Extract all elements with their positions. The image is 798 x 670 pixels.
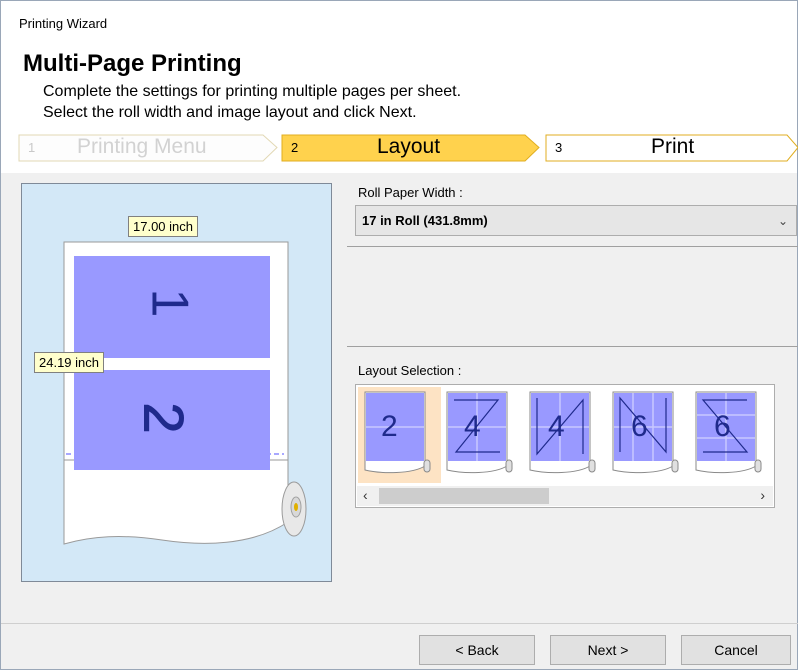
layout-option-label: 2 — [381, 410, 398, 443]
layout-option-label: 4 — [548, 410, 565, 443]
step-number: 3 — [555, 140, 563, 155]
paper-height-label: 24.19 inch — [34, 352, 104, 373]
paper-width-label: 17.00 inch — [128, 216, 198, 237]
roll-paper-width-label: Roll Paper Width : — [358, 185, 463, 200]
layout-selection-label: Layout Selection : — [358, 363, 462, 378]
step-number: 1 — [28, 140, 36, 155]
back-button[interactable]: < Back — [419, 635, 535, 665]
layout-option-label: 6 — [631, 410, 648, 443]
chevron-left-icon[interactable]: ‹ — [363, 487, 368, 503]
step-number: 2 — [291, 140, 299, 155]
step-label: Print — [651, 135, 695, 158]
step-label: Layout — [377, 135, 441, 158]
scrollbar-thumb[interactable] — [379, 488, 549, 504]
chevron-down-icon: ⌄ — [777, 214, 788, 228]
wizard-steps: 1 Printing Menu 2 Layout 3 Print — [1, 134, 798, 162]
page-description-line2: Select the roll width and image layout a… — [43, 104, 417, 121]
layout-option-6up-vertical[interactable]: 6 — [610, 390, 679, 476]
printing-wizard-window: Printing Wizard Multi-Page Printing Comp… — [0, 0, 798, 670]
divider — [347, 246, 798, 247]
layout-scrollbar[interactable]: ‹ › — [357, 486, 773, 506]
roll-paper-width-select[interactable]: 17 in Roll (431.8mm) ⌄ — [355, 205, 797, 236]
window-title: Printing Wizard — [19, 16, 108, 31]
layout-option-4up-horizontal[interactable]: 4 — [444, 390, 513, 476]
preview-page-1-number: 1 — [140, 288, 199, 318]
layout-option-6up-horizontal[interactable]: 6 — [693, 390, 762, 476]
roll-preview-graphic — [63, 241, 307, 545]
layout-preview: 1 2 17.00 inch 24.19 inch — [21, 183, 332, 582]
roll-paper-width-value: 17 in Roll (431.8mm) — [362, 213, 488, 228]
chevron-right-icon[interactable]: › — [760, 487, 765, 503]
page-title: Multi-Page Printing — [23, 50, 242, 77]
divider — [347, 346, 798, 347]
page-description-line1: Complete the settings for printing multi… — [43, 83, 462, 100]
cancel-button[interactable]: Cancel — [681, 635, 791, 665]
layout-option-2up[interactable]: 2 — [362, 390, 431, 476]
step-print: 3 Print — [546, 134, 796, 161]
preview-page-2-number: 2 — [132, 402, 196, 434]
step-printing-menu: 1 Printing Menu — [19, 134, 269, 161]
layout-selection-list: 2 4 4 6 6 ‹ › — [355, 384, 775, 508]
step-label: Printing Menu — [77, 135, 207, 158]
layout-option-label: 6 — [714, 410, 731, 443]
layout-option-label: 4 — [464, 410, 481, 443]
footer-divider — [1, 623, 798, 624]
layout-option-4up-vertical[interactable]: 4 — [527, 390, 596, 476]
next-button[interactable]: Next > — [550, 635, 666, 665]
step-layout: 2 Layout — [282, 134, 532, 161]
wizard-header: Printing Wizard Multi-Page Printing Comp… — [1, 1, 798, 173]
